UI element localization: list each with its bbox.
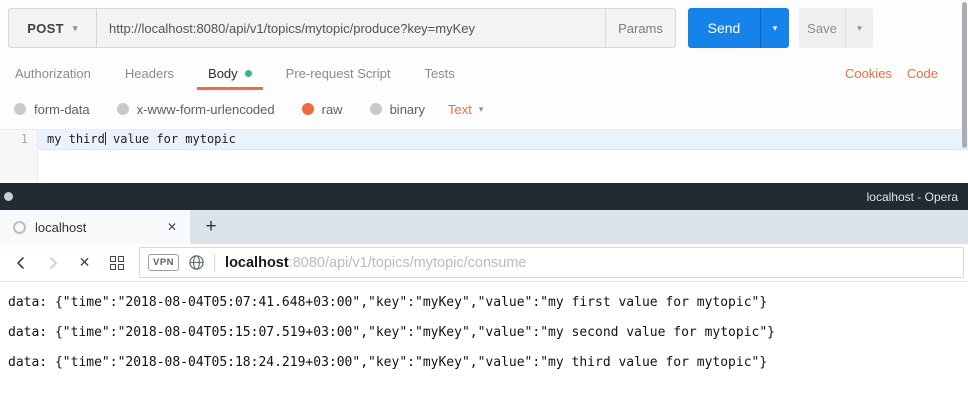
editor-code-area[interactable]: my third value for mytopic — [38, 130, 968, 181]
mode-label: binary — [390, 102, 425, 117]
method-label: POST — [27, 21, 64, 36]
method-dropdown[interactable]: POST ▾ — [9, 9, 97, 47]
tab-authorization[interactable]: Authorization — [4, 57, 102, 90]
browser-tab-localhost[interactable]: localhost ✕ — [0, 210, 190, 244]
editor-text: value for mytopic — [106, 132, 236, 146]
radio-selected-icon — [302, 103, 314, 115]
browser-tab-strip: localhost ✕ + — [0, 210, 968, 244]
tab-label: Authorization — [15, 66, 91, 81]
raw-type-dropdown[interactable]: Text ▾ — [448, 102, 483, 117]
forward-button[interactable] — [38, 249, 67, 277]
mode-label: form-data — [34, 102, 90, 117]
mode-label: raw — [322, 102, 343, 117]
line-number: 1 — [21, 132, 28, 146]
stop-button[interactable]: ✕ — [70, 249, 99, 277]
address-path: :8080/api/v1/topics/mytopic/consume — [289, 255, 527, 271]
radio-icon — [117, 103, 129, 115]
postman-panel: POST ▾ http://localhost:8080/api/v1/topi… — [0, 0, 968, 183]
request-links: Cookies Code — [845, 57, 964, 90]
scrollbar[interactable] — [962, 2, 967, 148]
opera-titlebar: localhost - Opera — [0, 183, 968, 210]
close-icon[interactable]: ✕ — [167, 220, 177, 234]
mode-x-www-form-urlencoded[interactable]: x-www-form-urlencoded — [117, 102, 275, 117]
browser-tab-title: localhost — [35, 220, 86, 235]
chevron-down-icon: ▾ — [479, 104, 484, 115]
back-button[interactable] — [6, 249, 35, 277]
mode-form-data[interactable]: form-data — [14, 102, 90, 117]
raw-type-label: Text — [448, 102, 472, 117]
browser-toolbar: ✕ VPN localhost:8080/api/v1/topics/mytop… — [0, 244, 968, 282]
new-tab-button[interactable]: + — [190, 210, 232, 244]
body-editor[interactable]: 1 my third value for mytopic — [0, 129, 968, 181]
address-bar[interactable]: VPN localhost:8080/api/v1/topics/mytopic… — [139, 247, 964, 278]
radio-icon — [14, 103, 26, 115]
body-filled-dot-icon — [245, 70, 252, 77]
tab-label: Pre-request Script — [286, 66, 391, 81]
chevron-left-icon — [13, 255, 29, 271]
tab-label: Body — [208, 66, 238, 81]
tab-tests[interactable]: Tests — [413, 57, 465, 90]
sse-data-line: data: {"time":"2018-08-04T05:18:24.219+0… — [0, 348, 968, 378]
save-button[interactable]: Save — [799, 8, 845, 48]
send-split-button: Send ▾ — [688, 8, 789, 48]
editor-line[interactable]: my third value for mytopic — [38, 130, 968, 150]
sse-data-line: data: {"time":"2018-08-04T05:07:41.648+0… — [0, 288, 968, 318]
send-dropdown-button[interactable]: ▾ — [760, 8, 789, 48]
tab-pre-request-script[interactable]: Pre-request Script — [275, 57, 402, 90]
window-dot-icon — [4, 192, 13, 201]
mode-raw[interactable]: raw — [302, 102, 343, 117]
address-host: localhost — [225, 255, 289, 271]
url-input[interactable]: http://localhost:8080/api/v1/topics/myto… — [97, 9, 605, 47]
params-button[interactable]: Params — [605, 9, 675, 47]
request-url-group: POST ▾ http://localhost:8080/api/v1/topi… — [8, 8, 676, 48]
page-content: data: {"time":"2018-08-04T05:07:41.648+0… — [0, 282, 968, 403]
chevron-down-icon: ▾ — [773, 23, 778, 34]
speed-dial-button[interactable] — [102, 249, 131, 277]
tab-headers[interactable]: Headers — [114, 57, 185, 90]
save-dropdown-button[interactable]: ▾ — [845, 8, 873, 48]
body-mode-row: form-data x-www-form-urlencoded raw bina… — [0, 95, 968, 123]
radio-icon — [370, 103, 382, 115]
tab-label: Tests — [424, 66, 454, 81]
chevron-down-icon: ▾ — [857, 23, 862, 34]
window-title: localhost - Opera — [867, 190, 968, 204]
save-split-button: Save ▾ — [799, 8, 873, 48]
tab-label: Headers — [125, 66, 174, 81]
cookies-link[interactable]: Cookies — [845, 66, 892, 81]
send-button[interactable]: Send — [688, 8, 760, 48]
editor-text: my third — [47, 132, 105, 146]
request-bar: POST ▾ http://localhost:8080/api/v1/topi… — [0, 0, 968, 48]
globe-icon — [188, 254, 205, 271]
mode-binary[interactable]: binary — [370, 102, 425, 117]
mode-label: x-www-form-urlencoded — [137, 102, 275, 117]
chevron-down-icon: ▾ — [73, 23, 78, 34]
favicon-icon — [13, 221, 26, 234]
editor-gutter: 1 — [0, 130, 38, 181]
chevron-right-icon — [45, 255, 61, 271]
code-link[interactable]: Code — [907, 66, 938, 81]
grid-icon — [110, 256, 124, 270]
divider — [214, 254, 215, 272]
request-tabs: Authorization Headers Body Pre-request S… — [0, 57, 968, 90]
stop-icon: ✕ — [79, 254, 91, 271]
vpn-badge[interactable]: VPN — [148, 254, 179, 271]
sse-data-line: data: {"time":"2018-08-04T05:15:07.519+0… — [0, 318, 968, 348]
tab-body[interactable]: Body — [197, 57, 263, 90]
